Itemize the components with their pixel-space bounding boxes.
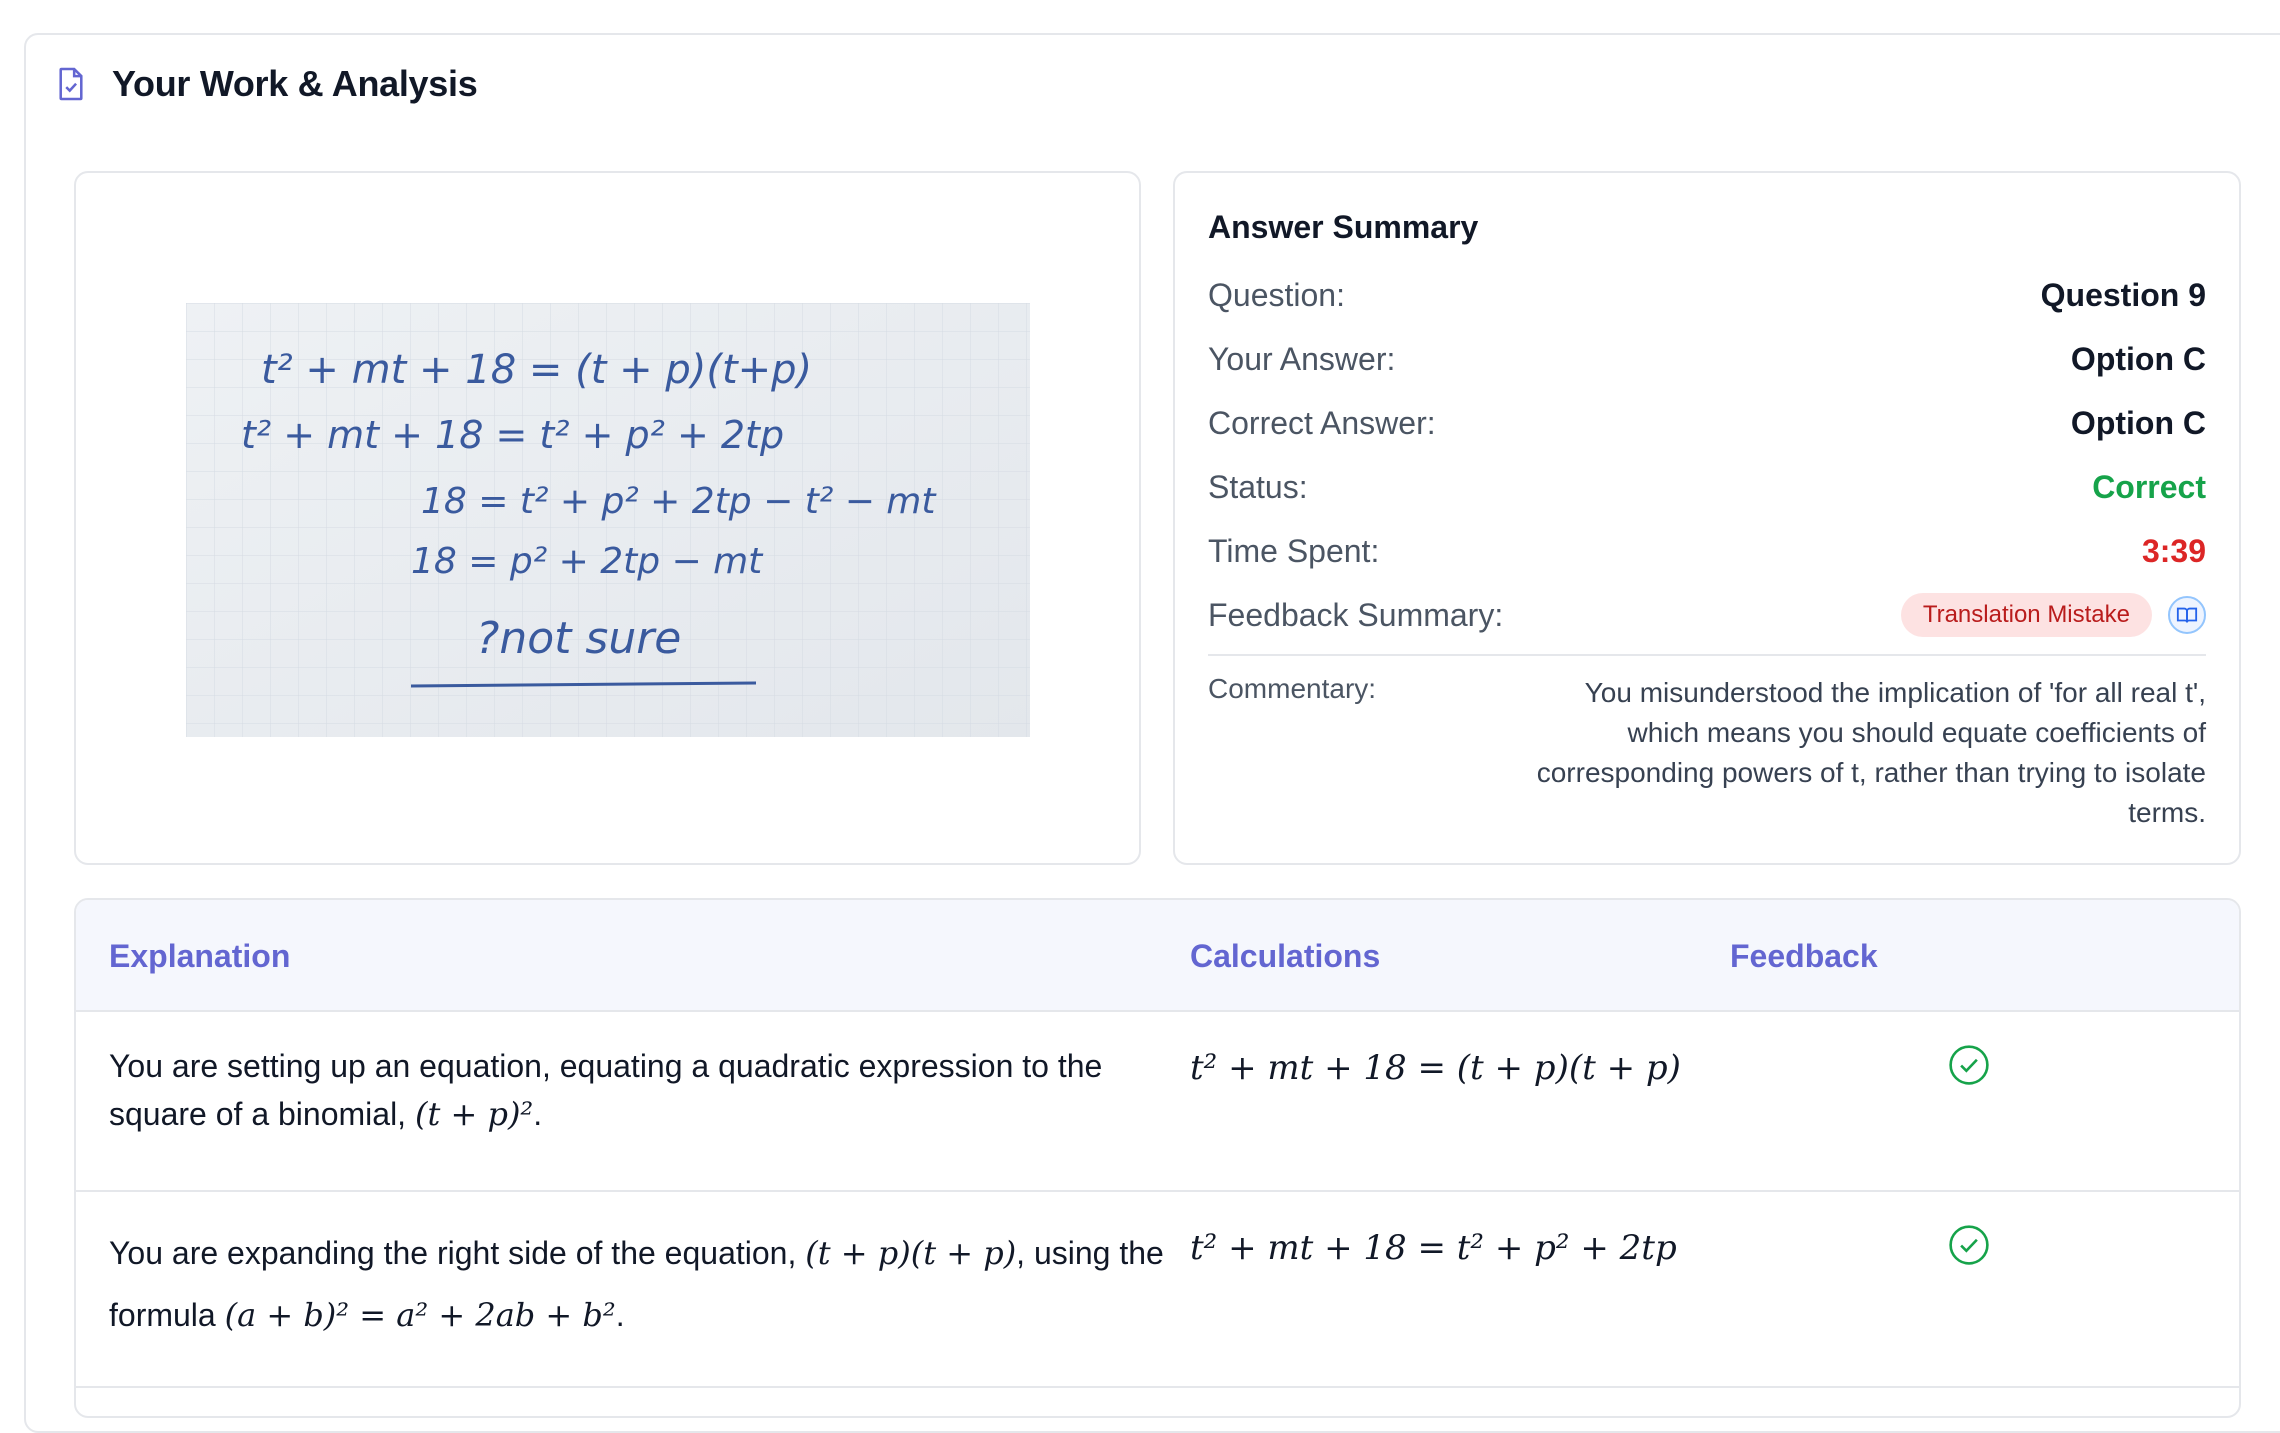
correct-answer-value: Option C (2070, 404, 2206, 441)
status-row: Status: Correct (1208, 465, 2206, 509)
explanation-math: (t + p)² (414, 1095, 534, 1133)
handwriting-line-4: 18 = p² + 2tp − mt (411, 541, 764, 582)
feedback-summary-label: Feedback Summary: (1208, 596, 1504, 633)
time-row: Time Spent: 3:39 (1208, 529, 2206, 573)
explanation-table: Explanation Calculations Feedback You ar… (74, 898, 2241, 1418)
document-check-icon (59, 67, 83, 101)
explanation-text: You are setting up an equation, equating… (109, 1048, 1103, 1132)
explanation-cell: You are expanding the right side of the … (109, 1222, 1169, 1346)
table-header: Explanation Calculations Feedback (76, 900, 2239, 1012)
feedback-tags: Translation Mistake (1900, 593, 2206, 637)
explanation-math: (t + p)(t + p) (805, 1234, 1017, 1272)
calculations-header: Calculations (1190, 938, 1381, 974)
answer-summary-card: Answer Summary Question: Question 9 Your… (1173, 171, 2241, 865)
handwriting-line-3: 18 = t² + p² + 2tp − t² − mt (421, 481, 937, 522)
feedback-summary-row: Feedback Summary: Translation Mistake (1208, 593, 2206, 637)
status-label: Status: (1208, 468, 1308, 505)
your-answer-label: Your Answer: (1208, 340, 1396, 377)
calculation-cell: t² + mt + 18 = (t + p)(t + p) (1190, 1048, 1681, 1088)
correct-answer-row: Correct Answer: Option C (1208, 401, 2206, 445)
explanation-cell: You are setting up an equation, equating… (109, 1042, 1169, 1138)
handwriting-line-5: ?not sure (476, 613, 681, 664)
time-label: Time Spent: (1208, 532, 1380, 569)
commentary-label: Commentary: (1208, 673, 1377, 704)
question-row: Question: Question 9 (1208, 273, 2206, 317)
explanation-end: . (615, 1297, 625, 1333)
explanation-end: . (533, 1096, 543, 1132)
feedback-header: Feedback (1730, 938, 1878, 974)
explanation-header: Explanation (109, 938, 291, 974)
translation-mistake-badge: Translation Mistake (1900, 593, 2152, 637)
book-open-icon (2176, 607, 2198, 623)
work-image-card: t² + mt + 18 = (t + p)(t+p) t² + mt + 18… (74, 171, 1141, 865)
time-value: 3:39 (2141, 532, 2206, 569)
handwriting-line-1: t² + mt + 18 = (t + p)(t+p) (261, 347, 812, 393)
table-row: You are expanding the right side of the … (76, 1192, 2239, 1388)
table-row: You are setting up an equation, equating… (76, 1012, 2239, 1192)
status-value: Correct (2092, 468, 2206, 505)
handwritten-work-image[interactable]: t² + mt + 18 = (t + p)(t+p) t² + mt + 18… (186, 303, 1030, 737)
commentary-text: You misunderstood the implication of 'fo… (1536, 677, 2206, 828)
summary-divider (1208, 654, 2206, 656)
book-open-button[interactable] (2168, 596, 2206, 634)
your-answer-value: Option C (2070, 340, 2206, 377)
summary-title: Answer Summary (1208, 209, 1479, 245)
calculation-cell: t² + mt + 18 = t² + p² + 2tp (1190, 1228, 1677, 1268)
check-circle-icon (1949, 1045, 1989, 1085)
correct-answer-label: Correct Answer: (1208, 404, 1436, 441)
explanation-formula: (a + b)² = a² + 2ab + b² (224, 1296, 616, 1334)
section-header: Your Work & Analysis (52, 54, 478, 114)
your-answer-row: Your Answer: Option C (1208, 337, 2206, 381)
check-circle-icon (1949, 1225, 1989, 1265)
question-value: Question 9 (2040, 276, 2206, 313)
handwriting-line-2: t² + mt + 18 = t² + p² + 2tp (241, 413, 784, 457)
explanation-text: You are expanding the right side of the … (109, 1235, 806, 1271)
section-title: Your Work & Analysis (112, 63, 478, 104)
question-label: Question: (1208, 276, 1345, 313)
